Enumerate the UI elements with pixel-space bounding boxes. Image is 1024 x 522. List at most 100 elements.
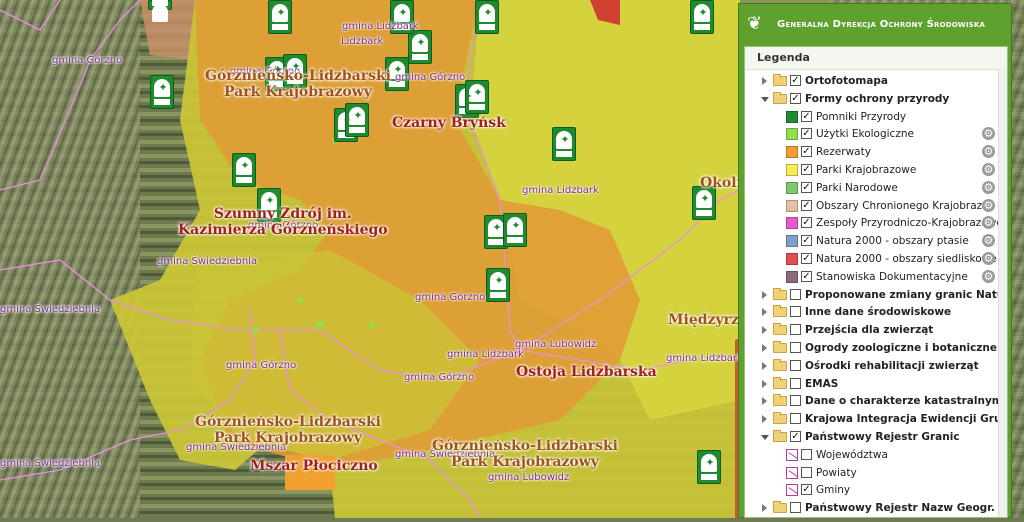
legend-group[interactable]: Inne dane środowiskowe [745,303,999,321]
gear-icon[interactable]: ⚙ [982,127,995,141]
eagle-emblem-icon: ✦ [265,194,275,207]
legend-label: Przejścia dla zwierząt [805,324,934,337]
expand-arrow-icon[interactable] [762,77,767,85]
nature-monument-marker[interactable]: ✦ [503,213,527,247]
collapse-arrow-icon[interactable] [761,435,769,440]
layer-checkbox[interactable]: ✓ [801,217,812,229]
legend-layer[interactable]: ✓ Stanowiska Dokumentacyjne ⚙ [745,268,999,286]
legend-panel: Legenda ✓ Ortofotomapa ✓ Formy ochrony przy… [744,46,1008,518]
legend-group[interactable]: ✓ Państwowy Rejestr Granic [745,428,999,446]
legend-group[interactable]: ✓ Formy ochrony przyrody [745,90,999,108]
layer-checkbox[interactable]: ✓ [801,128,812,140]
eagle-emblem-icon: ✦ [393,63,403,76]
legend-layer[interactable]: Powiaty [745,464,999,482]
legend-swatch [786,253,798,265]
legend-scrollbar[interactable] [998,69,1007,517]
layer-checkbox[interactable]: ✓ [790,92,801,104]
expand-arrow-icon[interactable] [762,504,767,513]
expand-arrow-icon[interactable] [762,415,767,424]
legend-label: Krajowa Integracja Ewidencji Gruntów [805,413,1007,426]
legend-group[interactable]: Przejścia dla zwierząt [745,321,999,339]
legend-layer[interactable]: ✓ Zespoły Przyrodniczo-Krajobrazowe ⚙ [745,214,1003,232]
layer-checkbox[interactable]: ✓ [801,235,812,247]
gmina-label: gmina Górzno [404,372,475,383]
legend-layer[interactable]: Województwa [745,446,999,464]
layer-checkbox[interactable] [801,448,812,460]
gear-icon[interactable]: ⚙ [982,269,995,283]
panel-header: ❦ Generalna Dyrekcja Ochrony Środowiska [739,4,1011,44]
expand-arrow-icon[interactable] [762,344,767,352]
border-symbol-icon [786,448,798,461]
expand-arrow-icon[interactable] [762,290,767,299]
layer-checkbox[interactable]: ✓ [801,253,812,264]
expand-arrow-icon[interactable] [762,379,767,388]
legend-layer[interactable]: ✓ Obszary Chronionego Krajobrazu ⚙ [745,197,999,215]
expand-arrow-icon[interactable] [762,361,767,370]
gear-icon[interactable]: ⚙ [982,198,995,212]
expand-arrow-icon[interactable] [762,326,767,335]
layer-checkbox[interactable] [790,395,801,407]
layer-checkbox[interactable]: ✓ [790,75,801,86]
layer-checkbox[interactable]: ✓ [801,164,812,175]
uzytek-ekologiczny [297,297,303,303]
legend-layer[interactable]: ✓ Natura 2000 - obszary siedliskowe ⚙ [745,250,999,268]
nature-monument-marker[interactable] [148,0,172,22]
gear-icon[interactable]: ⚙ [982,234,995,248]
gear-icon[interactable]: ⚙ [982,145,995,159]
legend-group[interactable]: Dane o charakterze katastralnym [745,392,1003,410]
legend-layer[interactable]: ✓ Rezerwaty ⚙ [745,143,999,161]
border-symbol-icon [786,466,798,479]
orthophoto-fields-west [0,0,140,518]
legend-label: Powiaty [816,466,857,479]
layer-checkbox[interactable]: ✓ [801,181,812,193]
expand-arrow-icon[interactable] [762,308,767,317]
layer-checkbox[interactable]: ✓ [801,146,812,158]
layer-checkbox[interactable] [790,377,801,389]
gmina-label: gmina Górzno [226,360,297,371]
nature-monument-marker[interactable]: ✦ [408,30,432,64]
expand-arrow-icon[interactable] [762,397,767,406]
legend-group[interactable]: ✓ Ortofotomapa [745,72,999,90]
layer-checkbox[interactable]: ✓ [801,484,812,496]
layer-checkbox[interactable]: ✓ [801,270,812,282]
layer-checkbox[interactable] [790,324,801,336]
nature-monument-marker[interactable]: ✦ [690,0,714,34]
legend-group[interactable]: Ośrodki rehabilitacji zwierząt [745,357,999,375]
legend-layer[interactable]: ✓ Gminy [745,481,999,499]
layer-checkbox[interactable] [790,306,801,318]
gear-icon[interactable]: ⚙ [982,163,995,176]
layer-checkbox[interactable] [790,359,801,371]
nature-monument-marker[interactable]: ✦ [692,186,716,220]
nature-monument-marker[interactable]: ✦ [697,450,721,484]
legend-group[interactable]: Krajowa Integracja Ewidencji Gruntów [745,410,1007,428]
layer-checkbox[interactable] [801,466,812,478]
gear-icon[interactable]: ⚙ [982,180,995,194]
layer-checkbox[interactable] [790,502,801,514]
legend-group[interactable]: Proponowane zmiany granic Natura 2000 [745,286,1007,304]
nature-monument-marker[interactable]: ✦ [232,153,256,187]
legend-layer[interactable]: ✓ Parki Krajobrazowe ⚙ [745,161,999,179]
nature-monument-marker[interactable]: ✦ [475,0,499,34]
legend-layer[interactable]: ✓ Pomniki Przyrody [745,108,999,126]
nature-monument-marker[interactable]: ✦ [552,127,576,161]
layer-checkbox[interactable] [790,288,801,300]
legend-layer[interactable]: ✓ Parki Narodowe ⚙ [745,179,999,197]
legend-layer[interactable]: ✓ Użytki Ekologiczne ⚙ [745,125,999,143]
layer-checkbox[interactable]: ✓ [790,431,801,442]
legend-group[interactable]: Państwowy Rejestr Nazw Geogr. [745,499,999,517]
nature-monument-marker[interactable]: ✦ [486,268,510,302]
legend-layer[interactable]: ✓ Natura 2000 - obszary ptasie ⚙ [745,232,999,250]
nature-monument-marker[interactable]: ✦ [150,75,174,109]
gear-icon[interactable]: ⚙ [982,252,995,265]
legend-group[interactable]: Ogrody zoologiczne i botaniczne [745,339,999,357]
nature-monument-marker[interactable]: ✦ [268,0,292,34]
gmina-label: gmina Lidzbark [522,185,599,196]
collapse-arrow-icon[interactable] [761,96,769,102]
eagle-emblem-icon: ✦ [416,36,426,49]
layer-checkbox[interactable] [790,342,801,353]
layer-checkbox[interactable]: ✓ [801,110,812,122]
legend-label: Parki Krajobrazowe [816,164,917,176]
legend-group[interactable]: EMAS [745,375,999,393]
layer-checkbox[interactable]: ✓ [801,199,812,211]
layer-checkbox[interactable] [790,413,801,425]
